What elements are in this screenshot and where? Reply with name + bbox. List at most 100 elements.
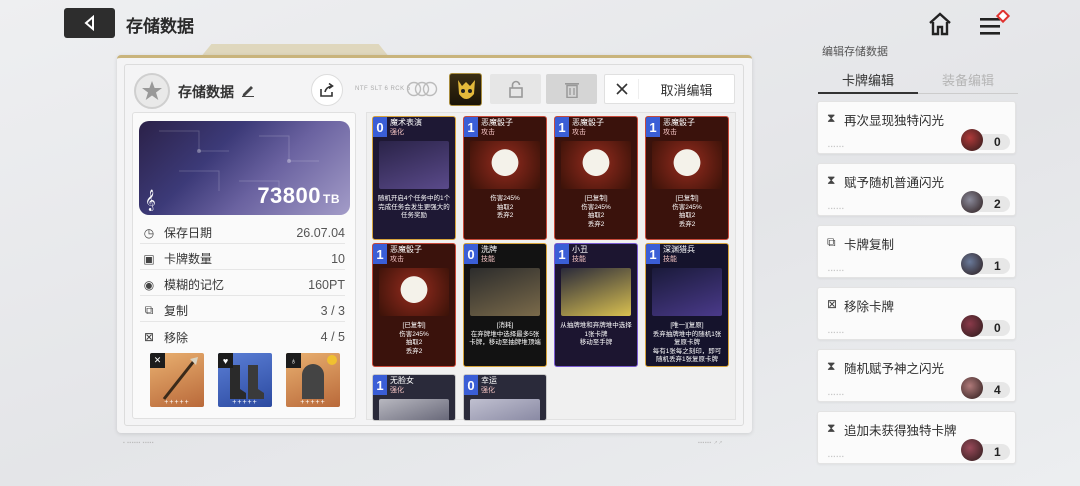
home-icon[interactable]: [926, 10, 954, 38]
card-text: [唯一][复原] 丢弃抽牌堆中的随机1张复原卡牌 每有1张每之刻印，即可随机丢弃…: [652, 322, 722, 363]
option-label: 再次显现独特闪光: [844, 114, 945, 128]
flash-icon: ⧗: [827, 173, 836, 187]
equipment-armor[interactable]: ♥ +++++: [218, 353, 272, 407]
equipment-stars: +++++: [164, 399, 190, 406]
deck-card[interactable]: 1 恶魔骰子 攻击 [已复制] 伤害245% 抽取2 丢弃2: [645, 116, 729, 240]
card-name: 魔术表演: [390, 118, 422, 127]
cancel-edit-button[interactable]: 取消编辑: [604, 74, 735, 104]
deck-card[interactable]: 0 魔术表演 强化 随机开启4个任务中的1个 完成任务会发生更强大的任务奖励: [372, 116, 456, 240]
card-title: 无脸女 强化: [387, 375, 414, 395]
edit-name-icon[interactable]: [241, 83, 255, 97]
tab-equipment-edit[interactable]: 装备编辑: [918, 68, 1018, 94]
card-header: 0 魔术表演 强化: [373, 117, 455, 137]
equipment-accessory[interactable]: ♁ +++++: [286, 353, 340, 407]
resource-orb-icon: [961, 129, 983, 151]
armor-type-icon: ♥: [218, 353, 233, 368]
card-text: [消耗] 在弃牌堆中选择最多5张卡牌，移动至抽牌堆顶端: [469, 322, 541, 346]
card-header: 1 深渊猎兵 技能: [646, 244, 728, 264]
deck-card[interactable]: 1 恶魔骰子 攻击 伤害245% 抽取2 丢弃2: [463, 116, 547, 240]
card-header: 1 恶魔骰子 攻击: [464, 117, 546, 137]
deck-card[interactable]: 1 小丑 技能 从抽牌堆和弃牌堆中选择1张卡牌 移动至手牌: [554, 243, 638, 367]
edit-option[interactable]: ⧗ 追加未获得独特卡牌 1 ▪▪▪▪▪▪: [817, 411, 1016, 464]
card-name: 洗牌: [481, 245, 497, 254]
card-name: 恶魔骰子: [572, 118, 604, 127]
tab-card-edit[interactable]: 卡牌编辑: [818, 68, 918, 94]
card-cost: 1: [373, 375, 387, 395]
card-title: 幸运 强化: [478, 375, 497, 395]
edit-option[interactable]: ⊠ 移除卡牌 0 ▪▪▪▪▪▪: [817, 287, 1016, 340]
deck-card[interactable]: 0 幸运 强化: [463, 374, 547, 421]
stat-label: 模糊的记忆: [164, 278, 225, 292]
equipment-stars: +++++: [300, 399, 326, 406]
option-label: 追加未获得独特卡牌: [844, 424, 957, 438]
resource-orb-icon: [961, 315, 983, 337]
card-header: 1 恶魔骰子 攻击: [373, 244, 455, 264]
card-text: [已复制] 伤害245% 抽取2 丢弃2: [672, 195, 702, 228]
deck-card[interactable]: 0 洗牌 技能 [消耗] 在弃牌堆中选择最多5张卡牌，移动至抽牌堆顶端: [463, 243, 547, 367]
option-label: 卡牌复制: [844, 238, 895, 252]
option-count: 0: [994, 135, 1001, 149]
card-text: 随机开启4个任务中的1个 完成任务会发生更强大的任务奖励: [377, 195, 451, 219]
share-button[interactable]: [311, 74, 343, 106]
avatar: [134, 73, 170, 109]
card-name: 恶魔骰子: [481, 118, 513, 127]
tb-value: 73800: [257, 183, 321, 208]
card-text: [已复制] 伤害245% 抽取2 丢弃2: [399, 322, 429, 355]
option-count: 1: [994, 259, 1001, 273]
accessory-type-icon: ♁: [286, 353, 301, 368]
deck-card[interactable]: 1 恶魔骰子 攻击 [已复制] 伤害245% 抽取2 丢弃2: [372, 243, 456, 367]
card-count-icon: ▣: [143, 251, 155, 266]
card-cost: 1: [464, 117, 478, 137]
flash-icon: ⧗: [827, 359, 836, 373]
card-cost: 0: [464, 244, 478, 264]
card-type: 强化: [390, 129, 404, 136]
copy-icon: ⧉: [144, 303, 154, 317]
card-art: [379, 399, 449, 420]
deck-card[interactable]: 1 恶魔骰子 攻击 [已复制] 伤害245% 抽取2 丢弃2: [554, 116, 638, 240]
card-title: 恶魔骰子 攻击: [387, 244, 422, 264]
stat-label: 卡牌数量: [164, 252, 213, 266]
card-cost: 0: [464, 375, 478, 395]
resource-orb-icon: [961, 439, 983, 461]
card-cost: 1: [646, 244, 660, 264]
card-type: 攻击: [572, 129, 586, 136]
card-type: 攻击: [663, 129, 677, 136]
rings-icon: [404, 80, 440, 98]
weapon-type-icon: ✕: [150, 353, 165, 368]
edit-option[interactable]: ⧗ 再次显现独特闪光 0 ▪▪▪▪▪▪: [817, 101, 1016, 154]
card-title: 洗牌 技能: [478, 244, 497, 264]
share-icon: [320, 82, 334, 97]
character-portrait[interactable]: [449, 73, 482, 106]
edit-option[interactable]: ⧉ 卡牌复制 1 ▪▪▪▪▪▪: [817, 225, 1016, 278]
resource-orb-icon: [961, 253, 983, 275]
deck-card[interactable]: 1 无脸女 强化: [372, 374, 456, 421]
delete-button[interactable]: [546, 74, 597, 104]
stat-value: 10: [331, 251, 345, 266]
option-decoration: ▪▪▪▪▪▪: [828, 330, 845, 336]
option-decoration: ▪▪▪▪▪▪: [828, 144, 845, 150]
menu-icon[interactable]: [978, 8, 1012, 40]
remove-icon: ⊠: [143, 330, 155, 344]
card-header: 1 恶魔骰子 攻击: [646, 117, 728, 137]
save-name: 存储数据: [178, 84, 234, 100]
edit-option[interactable]: ⧗ 随机赋予神之闪光 4 ▪▪▪▪▪▪: [817, 349, 1016, 402]
card-title: 恶魔骰子 攻击: [569, 117, 604, 137]
edit-option[interactable]: ⧗ 赋予随机普通闪光 2 ▪▪▪▪▪▪: [817, 163, 1016, 216]
card-type: 强化: [390, 387, 404, 394]
card-name: 小丑: [572, 245, 588, 254]
copy-icon: ⧉: [827, 235, 836, 249]
option-count: 0: [994, 321, 1001, 335]
card-type: 强化: [481, 387, 495, 394]
card-art: [470, 399, 540, 420]
resource-orb-icon: [961, 191, 983, 213]
card-art: [561, 268, 631, 316]
option-decoration: ▪▪▪▪▪▪: [828, 206, 845, 212]
save-code: NTF SLT 6 RCK 5: [355, 86, 411, 92]
deck-card[interactable]: 1 深渊猎兵 技能 [唯一][复原] 丢弃抽牌堆中的随机1张复原卡牌 每有1张每之…: [645, 243, 729, 367]
card-title: 深渊猎兵 技能: [660, 244, 695, 264]
back-button[interactable]: [64, 8, 115, 38]
lock-button[interactable]: [490, 74, 541, 104]
card-text: 从抽牌堆和弃牌堆中选择1张卡牌 移动至手牌: [560, 322, 632, 346]
stat-card-count: ▣ 卡牌数量 10: [140, 248, 345, 270]
equipment-weapon[interactable]: ✕ +++++: [150, 353, 204, 407]
